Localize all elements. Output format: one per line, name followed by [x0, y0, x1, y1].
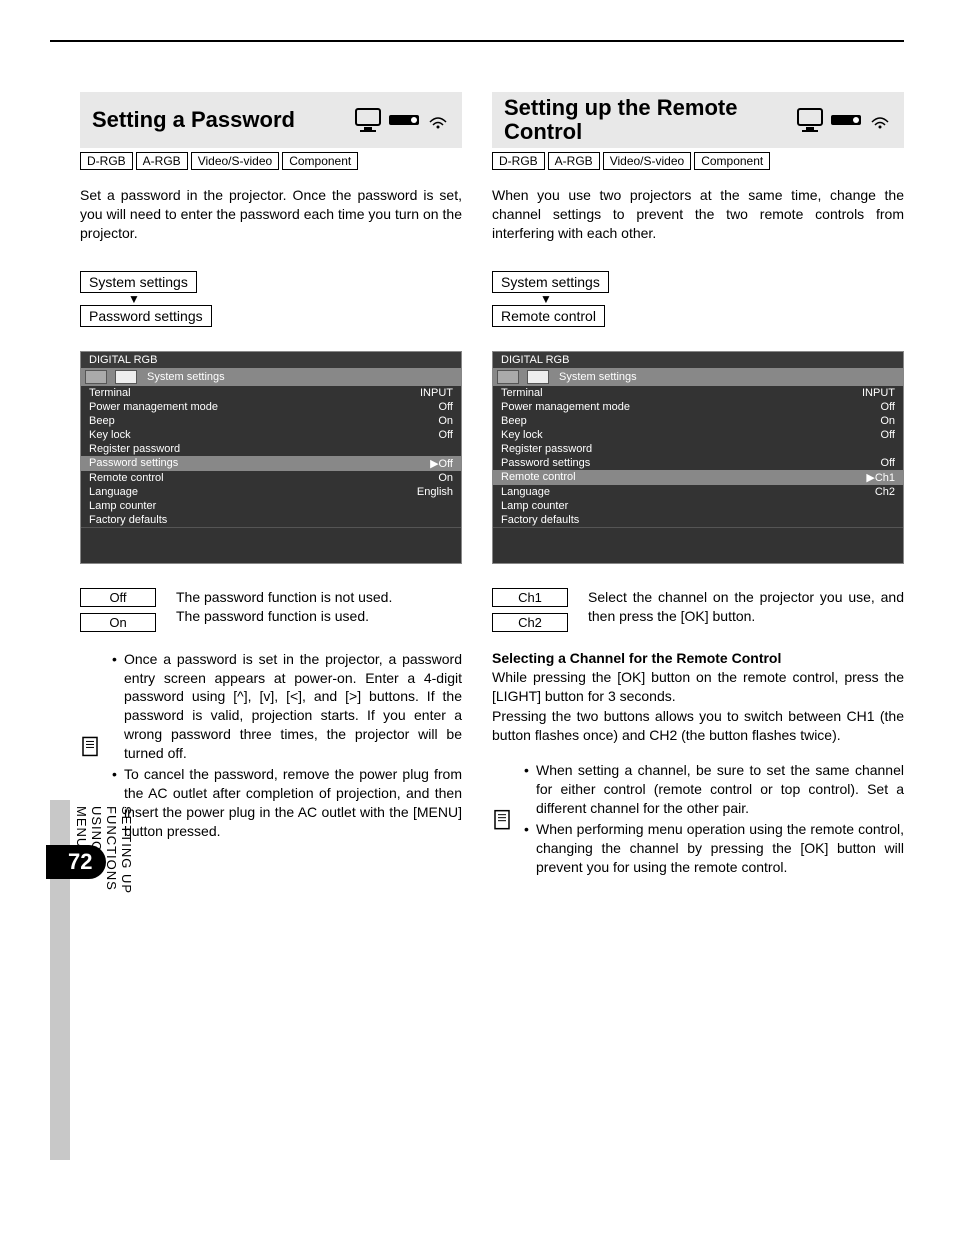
option-ch2: Ch2: [492, 613, 568, 632]
menu-row: Power management modeOff: [81, 400, 461, 414]
menu-row: LanguageEnglish: [81, 485, 461, 499]
menu-title: DIGITAL RGB: [81, 352, 461, 368]
right-subpara1: While pressing the [OK] button on the re…: [492, 668, 904, 706]
badge-component: Component: [694, 152, 770, 170]
badge-drgb: D-RGB: [80, 152, 133, 170]
note-icon: [492, 761, 514, 878]
signal-icon: [426, 108, 450, 132]
header-icons: [354, 107, 450, 133]
menu-title: DIGITAL RGB: [493, 352, 903, 368]
menu-footer: [493, 527, 903, 563]
right-nav-path: System settings ▼ Remote control: [492, 271, 904, 327]
menu-row: Factory defaults: [81, 513, 461, 527]
right-section-header: Setting up the Remote Control: [492, 92, 904, 148]
option-on-desc: The password function is used.: [176, 607, 462, 626]
option-on: On: [80, 613, 156, 632]
menu-row: TerminalINPUT: [493, 386, 903, 400]
menu-tabs: System settings: [493, 368, 903, 386]
menu-row: LanguageCh2: [493, 485, 903, 499]
projector-icon: [830, 111, 864, 129]
menu-tab: [85, 370, 107, 384]
nav-arrow-icon: ▼: [492, 293, 552, 305]
menu-row: Remote controlOn: [81, 471, 461, 485]
badge-drgb: D-RGB: [492, 152, 545, 170]
left-section-header: Setting a Password: [80, 92, 462, 148]
menu-row: BeepOn: [81, 414, 461, 428]
badge-argb: A-RGB: [136, 152, 188, 170]
nav-to: Password settings: [80, 305, 212, 327]
nav-arrow-icon: ▼: [80, 293, 140, 305]
header-rule: [50, 40, 904, 42]
right-intro: When you use two projectors at the same …: [492, 186, 904, 243]
nav-to: Remote control: [492, 305, 605, 327]
right-title: Setting up the Remote Control: [504, 96, 796, 144]
monitor-icon: [354, 107, 384, 133]
note-item: When performing menu operation using the…: [524, 820, 904, 877]
menu-row: BeepOn: [493, 414, 903, 428]
badge-argb: A-RGB: [548, 152, 600, 170]
menu-row: Password settingsOff: [493, 456, 903, 470]
badge-component: Component: [282, 152, 358, 170]
left-options: Off On The password function is not used…: [80, 588, 462, 632]
menu-row: Remote control▶Ch1: [493, 470, 903, 485]
menu-row: TerminalINPUT: [81, 386, 461, 400]
left-intro: Set a password in the projector. Once th…: [80, 186, 462, 243]
option-ch-desc: Select the channel on the projector you …: [588, 588, 904, 626]
right-options: Ch1 Ch2 Select the channel on the projec…: [492, 588, 904, 632]
menu-tab: [497, 370, 519, 384]
menu-tab-active: [115, 370, 137, 384]
option-off: Off: [80, 588, 156, 607]
note-item: When setting a channel, be sure to set t…: [524, 761, 904, 818]
badge-video: Video/S-video: [191, 152, 280, 170]
projector-icon: [388, 111, 422, 129]
menu-row: Key lockOff: [493, 428, 903, 442]
note-item: Once a password is set in the projector,…: [112, 650, 462, 763]
badge-video: Video/S-video: [603, 152, 692, 170]
menu-row: Lamp counter: [81, 499, 461, 513]
right-subpara2: Pressing the two buttons allows you to s…: [492, 707, 904, 745]
menu-row: Factory defaults: [493, 513, 903, 527]
left-badges: D-RGB A-RGB Video/S-video Component: [80, 152, 462, 170]
right-notes: When setting a channel, be sure to set t…: [492, 761, 904, 878]
menu-row: Key lockOff: [81, 428, 461, 442]
menu-row: Power management modeOff: [493, 400, 903, 414]
menu-tab-active: [527, 370, 549, 384]
page-number: 72: [46, 845, 106, 879]
menu-row: Register password: [81, 442, 461, 456]
header-icons: [796, 107, 892, 133]
menu-tabs: System settings: [81, 368, 461, 386]
left-title: Setting a Password: [92, 108, 295, 132]
menu-row: Password settings▶Off: [81, 456, 461, 471]
menu-row: Lamp counter: [493, 499, 903, 513]
option-off-desc: The password function is not used.: [176, 588, 462, 607]
left-menu-screenshot: DIGITAL RGB System settings TerminalINPU…: [80, 351, 462, 564]
menu-footer: [81, 527, 461, 563]
nav-from: System settings: [80, 271, 197, 293]
menu-row: Register password: [493, 442, 903, 456]
right-subhead: Selecting a Channel for the Remote Contr…: [492, 650, 904, 666]
nav-from: System settings: [492, 271, 609, 293]
option-ch1: Ch1: [492, 588, 568, 607]
right-menu-screenshot: DIGITAL RGB System settings TerminalINPU…: [492, 351, 904, 564]
signal-icon: [868, 108, 892, 132]
left-nav-path: System settings ▼ Password settings: [80, 271, 462, 327]
right-badges: D-RGB A-RGB Video/S-video Component: [492, 152, 904, 170]
menu-tab-label: System settings: [559, 371, 637, 383]
left-notes: Once a password is set in the projector,…: [80, 650, 462, 843]
monitor-icon: [796, 107, 826, 133]
menu-tab-label: System settings: [147, 371, 225, 383]
note-item: To cancel the password, remove the power…: [112, 765, 462, 841]
